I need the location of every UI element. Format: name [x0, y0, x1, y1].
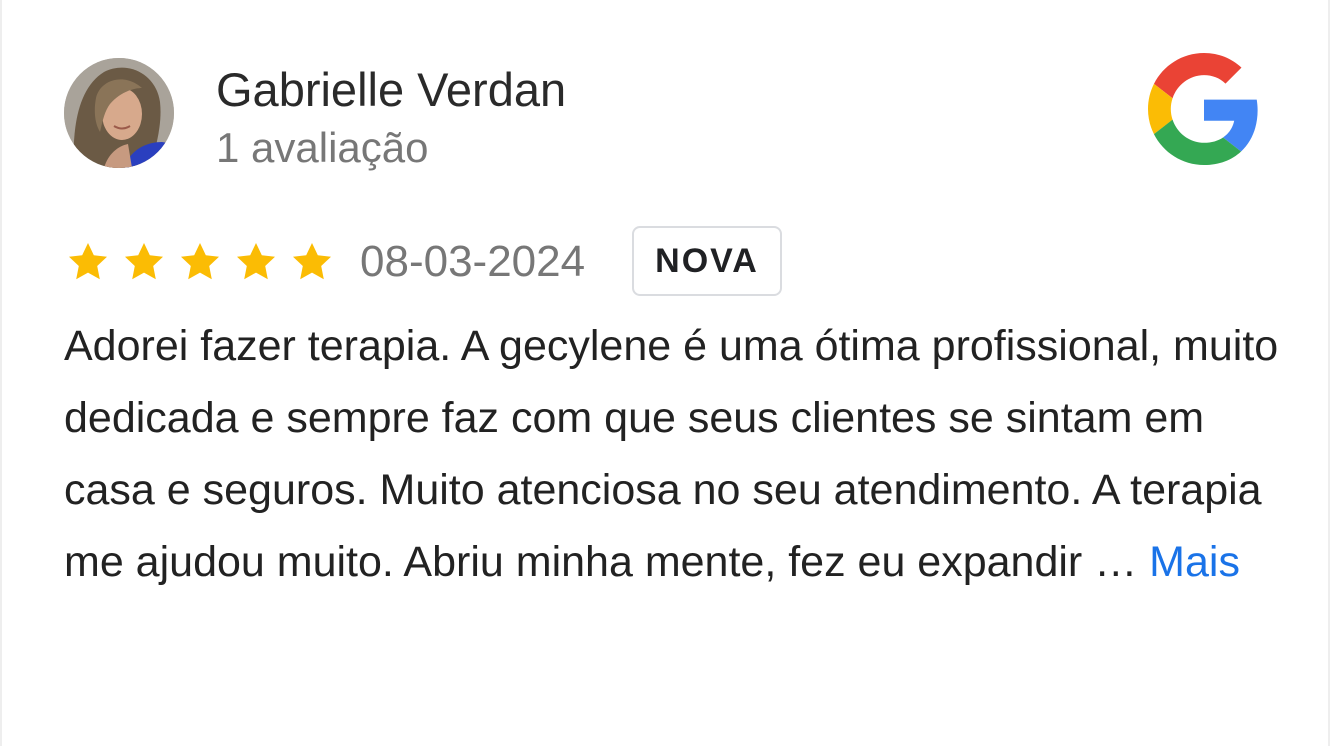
- star-icon: [69, 243, 107, 280]
- reviewer-name[interactable]: Gabrielle Verdan: [216, 62, 566, 118]
- star-icon: [293, 243, 331, 280]
- star-rating: [64, 238, 336, 286]
- google-logo-icon: [1148, 52, 1260, 166]
- star-icon: [125, 243, 163, 280]
- avatar-photo-icon: [64, 58, 174, 168]
- new-badge: NOVA: [632, 226, 782, 296]
- star-icon: [181, 243, 219, 280]
- star-icon: [237, 243, 275, 280]
- reviewer-review-count: 1 avaliação: [216, 124, 429, 171]
- reviewer-avatar[interactable]: [64, 58, 174, 168]
- more-link[interactable]: Mais: [1149, 538, 1240, 586]
- review-text: Adorei fazer terapia. A gecylene é uma ó…: [64, 310, 1284, 598]
- review-card: Gabrielle Verdan 1 avaliação 08-03-2024 …: [0, 0, 1330, 746]
- review-body: Adorei fazer terapia. A gecylene é uma ó…: [64, 322, 1279, 586]
- review-date: 08-03-2024: [360, 237, 586, 286]
